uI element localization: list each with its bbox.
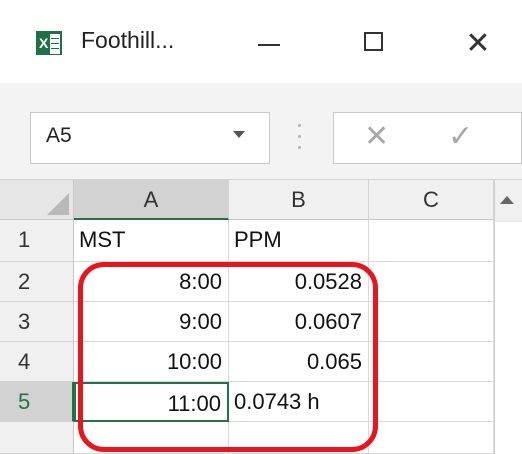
name-box-value: A5 bbox=[46, 124, 72, 147]
column-header-c[interactable]: C bbox=[369, 180, 494, 220]
row-header-3[interactable]: 3 bbox=[0, 302, 74, 342]
name-box-dropdown-icon[interactable] bbox=[233, 131, 245, 138]
cell-c1[interactable] bbox=[369, 220, 494, 262]
row-header-4[interactable]: 4 bbox=[0, 342, 74, 382]
row-header-5[interactable]: 5 bbox=[0, 382, 74, 422]
cell-c3[interactable] bbox=[369, 302, 494, 342]
maximize-button[interactable] bbox=[345, 20, 405, 68]
cancel-icon: ✕ bbox=[364, 120, 390, 153]
cell-a3[interactable]: 9:00 bbox=[74, 302, 229, 342]
cell-b1[interactable]: PPM bbox=[229, 220, 369, 262]
formula-input[interactable] bbox=[333, 112, 522, 164]
row-header-2[interactable]: 2 bbox=[0, 262, 74, 302]
cell-a2[interactable]: 8:00 bbox=[74, 262, 229, 302]
excel-icon[interactable]: X bbox=[36, 31, 62, 55]
enter-icon: ✓ bbox=[448, 120, 474, 153]
column-header-b[interactable]: B bbox=[229, 180, 369, 220]
cell-c4[interactable] bbox=[369, 342, 494, 382]
cell-a4[interactable]: 10:00 bbox=[74, 342, 229, 382]
formula-bar-grip[interactable] bbox=[298, 120, 302, 154]
window-title: Foothill... bbox=[81, 27, 175, 53]
enter-button[interactable]: ✓ bbox=[448, 114, 473, 160]
cell-b4[interactable]: 0.065 bbox=[229, 342, 369, 382]
cell-c2[interactable] bbox=[369, 262, 494, 302]
cell-b3[interactable]: 0.0607 bbox=[229, 302, 369, 342]
column-header-a[interactable]: A bbox=[74, 180, 229, 220]
scroll-up-icon[interactable] bbox=[500, 196, 514, 204]
cell-a6[interactable] bbox=[74, 422, 229, 454]
excel-icon-letter: X bbox=[39, 35, 49, 51]
cell-c5[interactable] bbox=[369, 382, 494, 422]
close-button[interactable]: ✕ bbox=[448, 20, 508, 68]
excel-sheet-glyph bbox=[49, 33, 61, 55]
cell-a5[interactable]: 11:00 bbox=[74, 382, 229, 422]
minimize-button[interactable] bbox=[238, 20, 298, 68]
select-all-corner[interactable] bbox=[0, 180, 74, 220]
cancel-button[interactable]: ✕ bbox=[364, 114, 389, 160]
cell-b5[interactable]: 0.0743 h bbox=[229, 382, 369, 422]
row-header-6[interactable] bbox=[0, 422, 74, 454]
cell-b2[interactable]: 0.0528 bbox=[229, 262, 369, 302]
cell-c6[interactable] bbox=[369, 422, 494, 454]
cell-a1[interactable]: MST bbox=[74, 220, 229, 262]
row-header-1[interactable]: 1 bbox=[0, 220, 74, 262]
cell-b6[interactable] bbox=[229, 422, 369, 454]
close-icon: ✕ bbox=[465, 27, 491, 60]
scrollbar-track[interactable] bbox=[494, 222, 522, 454]
